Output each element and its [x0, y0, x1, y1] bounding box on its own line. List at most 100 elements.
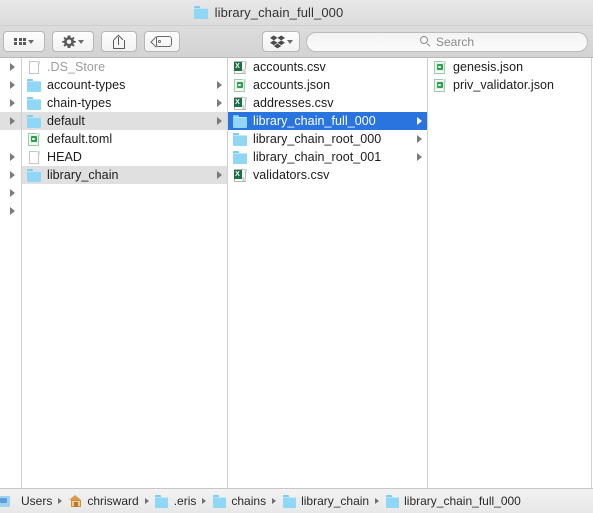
window-title-group: library_chain_full_000: [194, 5, 344, 20]
file-row-label: library_chain_full_000: [253, 114, 376, 128]
document-icon: [26, 60, 42, 74]
breadcrumb-item[interactable]: library_chain_full_000: [385, 494, 521, 508]
file-row-label: .DS_Store: [47, 60, 106, 74]
stub-row[interactable]: [0, 94, 21, 112]
chevron-right-icon: [10, 207, 15, 215]
json-file-icon: [232, 78, 248, 92]
chevron-right-icon: [10, 153, 15, 161]
column-one[interactable]: .DS_Store account-types chain-types default…: [22, 58, 228, 488]
breadcrumb-label: Users: [21, 494, 53, 508]
breadcrumb-label: chrisward: [87, 494, 139, 508]
file-row[interactable]: accounts.json: [228, 76, 427, 94]
file-row-label: library_chain: [47, 168, 119, 182]
grid-view-icon: [14, 37, 26, 46]
stub-row[interactable]: [0, 58, 21, 76]
json-file-icon: [432, 78, 448, 92]
folder-icon: [26, 96, 42, 110]
action-menu-button[interactable]: [52, 31, 94, 52]
file-row-label: validators.csv: [253, 168, 330, 182]
chevron-right-icon[interactable]: [217, 81, 222, 89]
breadcrumb-item[interactable]: Users: [0, 494, 53, 508]
tag-icon: [150, 35, 172, 48]
csv-file-icon: X: [232, 96, 248, 110]
folder-icon: [26, 168, 42, 182]
file-row-label: chain-types: [47, 96, 112, 110]
home-icon: [68, 495, 83, 508]
users-folder-icon: [0, 495, 17, 508]
column-stub[interactable]: [0, 58, 22, 488]
folder-icon: [232, 132, 248, 146]
breadcrumb-item[interactable]: chrisward: [68, 494, 139, 508]
csv-file-icon: X: [232, 60, 248, 74]
share-button[interactable]: [101, 31, 137, 52]
folder-icon: [232, 150, 248, 164]
file-row-label: priv_validator.json: [453, 78, 555, 92]
view-options-button[interactable]: [3, 31, 45, 52]
column-three[interactable]: genesis.json priv_validator.json: [428, 58, 592, 488]
stub-row[interactable]: [0, 76, 21, 94]
breadcrumb-item[interactable]: library_chain: [282, 494, 369, 508]
file-row[interactable]: library_chain: [22, 166, 227, 184]
chevron-right-icon[interactable]: [417, 135, 422, 143]
stub-row[interactable]: [0, 130, 21, 148]
chevron-right-icon: [10, 81, 15, 89]
dropbox-button[interactable]: [262, 31, 300, 52]
stub-row[interactable]: [0, 202, 21, 220]
folder-icon: [282, 495, 297, 508]
search-input[interactable]: Search: [436, 35, 474, 49]
file-row[interactable]: Xaddresses.csv: [228, 94, 427, 112]
folder-icon: [385, 495, 400, 508]
breadcrumb-separator-icon: [202, 498, 207, 504]
chevron-right-icon[interactable]: [217, 171, 222, 179]
breadcrumb-label: chains: [231, 494, 267, 508]
chevron-right-icon: [10, 63, 15, 71]
window-title-bar[interactable]: library_chain_full_000: [0, 0, 593, 26]
chevron-right-icon[interactable]: [217, 99, 222, 107]
file-row-label: accounts.csv: [253, 60, 326, 74]
file-row[interactable]: Xvalidators.csv: [228, 166, 427, 184]
file-row[interactable]: chain-types: [22, 94, 227, 112]
breadcrumb-label: library_chain: [301, 494, 370, 508]
folder-icon: [155, 495, 170, 508]
file-row-label: addresses.csv: [253, 96, 334, 110]
json-file-icon: [26, 132, 42, 146]
folder-icon: [26, 78, 42, 92]
stub-row[interactable]: [0, 184, 21, 202]
file-row[interactable]: library_chain_root_001: [228, 148, 427, 166]
file-row[interactable]: genesis.json: [428, 58, 591, 76]
column-two[interactable]: Xaccounts.csv accounts.json Xaddresses.csv…: [228, 58, 428, 488]
folder-icon: [212, 495, 227, 508]
json-file-icon: [432, 60, 448, 74]
file-row[interactable]: Xaccounts.csv: [228, 58, 427, 76]
tag-button[interactable]: [144, 31, 180, 52]
share-icon: [113, 34, 125, 49]
chevron-down-icon: [286, 40, 293, 44]
file-row[interactable]: .DS_Store: [22, 58, 227, 76]
chevron-down-icon: [78, 40, 84, 44]
chevron-right-icon[interactable]: [217, 117, 222, 125]
file-row[interactable]: priv_validator.json: [428, 76, 591, 94]
file-row[interactable]: HEAD: [22, 148, 227, 166]
chevron-right-icon[interactable]: [417, 117, 422, 125]
breadcrumb-separator-icon: [144, 498, 149, 504]
breadcrumb-item[interactable]: chains: [212, 494, 266, 508]
file-row[interactable]: library_chain_root_000: [228, 130, 427, 148]
window-title: library_chain_full_000: [214, 5, 344, 20]
chevron-right-icon: [10, 189, 15, 197]
search-field[interactable]: Search: [306, 31, 588, 52]
file-row[interactable]: default: [22, 112, 227, 130]
search-icon: [419, 36, 431, 47]
chevron-right-icon[interactable]: [417, 153, 422, 161]
file-row[interactable]: account-types: [22, 76, 227, 94]
breadcrumb-separator-icon: [58, 498, 63, 504]
gear-icon: [62, 35, 76, 48]
breadcrumb-label: .eris: [173, 494, 197, 508]
stub-row[interactable]: [0, 112, 21, 130]
stub-row[interactable]: [0, 148, 21, 166]
stub-row[interactable]: [0, 166, 21, 184]
file-row-label: default: [47, 114, 85, 128]
breadcrumb-item[interactable]: .eris: [155, 494, 197, 508]
file-row[interactable]: library_chain_full_000: [228, 112, 427, 130]
file-row[interactable]: default.toml: [22, 130, 227, 148]
folder-icon: [194, 6, 210, 20]
